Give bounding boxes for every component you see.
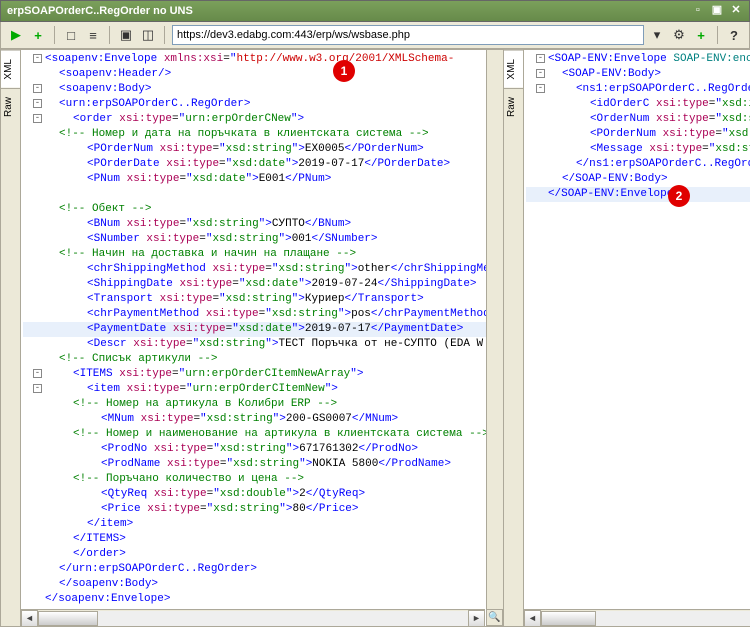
toolbar: ▶ + □ ≡ ▣ ◫ ▾ ⚙ + ?	[0, 22, 750, 49]
separator	[54, 26, 55, 44]
run-button[interactable]: ▶	[7, 26, 25, 44]
help-icon[interactable]: ?	[725, 26, 743, 44]
auth-icon[interactable]: ▣	[117, 26, 135, 44]
request-pane: XML Raw -<soapenv:Envelope xmlns:xsi="ht…	[0, 49, 503, 627]
scroll-thumb[interactable]	[38, 611, 98, 626]
badge-2: 2	[668, 185, 690, 207]
xml-line[interactable]: </SOAP-ENV:Envelope>	[526, 187, 750, 202]
maximize-icon[interactable]: ▣	[710, 4, 724, 18]
scrollbar-horizontal[interactable]: ◄ ►	[21, 609, 485, 626]
xml-line[interactable]: <Message xsi:type="xsd:string">Новата по…	[526, 142, 750, 157]
separator	[109, 26, 110, 44]
fold-toggle[interactable]: -	[536, 84, 545, 93]
response-pane: XML Raw -<SOAP-ENV:Envelope SOAP-ENV:enc…	[503, 49, 750, 627]
list-icon[interactable]: ≡	[84, 26, 102, 44]
xml-line[interactable]: <ProdName xsi:type="xsd:string">NOKIA 58…	[23, 457, 503, 472]
endpoint-dropdown-icon[interactable]: ▾	[648, 26, 666, 44]
xml-line[interactable]: <!-- Обект -->	[23, 202, 503, 217]
fold-toggle[interactable]: -	[33, 384, 42, 393]
request-xml-view[interactable]: -<soapenv:Envelope xmlns:xsi="http://www…	[21, 50, 503, 626]
xml-line[interactable]: </urn:erpSOAPOrderC..RegOrder>	[23, 562, 503, 577]
xml-line[interactable]: -<soapenv:Envelope xmlns:xsi="http://www…	[23, 52, 503, 67]
xml-line[interactable]: -<ITEMS xsi:type="urn:erpOrderCItemNewAr…	[23, 367, 503, 382]
ws-settings-icon[interactable]: ⚙	[670, 26, 688, 44]
window-titlebar: erpSOAPOrderC..RegOrder no UNS ▫ ▣ ✕	[0, 0, 750, 22]
xml-line[interactable]: </soapenv:Body>	[23, 577, 503, 592]
response-xml-view[interactable]: -<SOAP-ENV:Envelope SOAP-ENV:encodingSty…	[524, 50, 750, 626]
xml-line[interactable]: -<SOAP-ENV:Envelope SOAP-ENV:encodingSty…	[526, 52, 750, 67]
scroll-left-icon[interactable]: ◄	[21, 610, 38, 627]
xml-line[interactable]: <POrderNum xsi:type="xsd:string">EX0005<…	[526, 127, 750, 142]
window-title: erpSOAPOrderC..RegOrder no UNS	[7, 5, 193, 17]
xml-line[interactable]: <MNum xsi:type="xsd:string">200-GS0007</…	[23, 412, 503, 427]
xml-line[interactable]: <ShippingDate xsi:type="xsd:date">2019-0…	[23, 277, 503, 292]
xml-line[interactable]: <!-- Поръчано количество и цена -->	[23, 472, 503, 487]
search-icon[interactable]: 🔍	[486, 609, 503, 626]
xml-line[interactable]: -<item xsi:type="urn:erpOrderCItemNew">	[23, 382, 503, 397]
xml-line[interactable]: </ITEMS>	[23, 532, 503, 547]
xml-line[interactable]: <!-- Номер и наименование на артикула в …	[23, 427, 503, 442]
xml-line[interactable]: -<ns1:erpSOAPOrderC..RegOrderResponse xm…	[526, 82, 750, 97]
scroll-thumb[interactable]	[541, 611, 596, 626]
xml-line[interactable]: <POrderNum xsi:type="xsd:string">EX0005<…	[23, 142, 503, 157]
xml-line[interactable]: <chrPaymentMethod xsi:type="xsd:string">…	[23, 307, 503, 322]
fold-toggle[interactable]: -	[33, 84, 42, 93]
separator	[164, 26, 165, 44]
stop-icon[interactable]: □	[62, 26, 80, 44]
xml-line[interactable]: <!-- Номер на артикула в Колибри ERP -->	[23, 397, 503, 412]
xml-line[interactable]: </item>	[23, 517, 503, 532]
close-icon[interactable]: ✕	[729, 4, 743, 18]
scroll-left-icon[interactable]: ◄	[524, 610, 541, 627]
scrollbar-horizontal[interactable]: ◄ ►	[524, 609, 750, 626]
xml-line[interactable]: <!-- Списък артикули -->	[23, 352, 503, 367]
fold-toggle[interactable]: -	[33, 99, 42, 108]
mem-icon[interactable]: ◫	[139, 26, 157, 44]
xml-line[interactable]: <!-- Номер и дата на поръчката в клиентс…	[23, 127, 503, 142]
xml-line[interactable]: <soapenv:Header/>	[23, 67, 503, 82]
xml-line[interactable]: -<order xsi:type="urn:erpOrderCNew">	[23, 112, 503, 127]
xml-line[interactable]: </ns1:erpSOAPOrderC..RegOrderResponse>	[526, 157, 750, 172]
add-button[interactable]: +	[29, 26, 47, 44]
xml-line[interactable]	[23, 187, 503, 202]
xml-line[interactable]: </order>	[23, 547, 503, 562]
tab-xml[interactable]: XML	[1, 50, 20, 88]
xml-line[interactable]: <!-- Начин на доставка и начин на плащан…	[23, 247, 503, 262]
xml-line[interactable]: <SNumber xsi:type="xsd:string">001</SNum…	[23, 232, 503, 247]
minimize-icon[interactable]: ▫	[691, 4, 705, 18]
xml-line[interactable]: <chrShippingMethod xsi:type="xsd:string"…	[23, 262, 503, 277]
xml-line[interactable]: -<urn:erpSOAPOrderC..RegOrder>	[23, 97, 503, 112]
fold-toggle[interactable]: -	[536, 69, 545, 78]
xml-line[interactable]: <QtyReq xsi:type="xsd:double">2</QtyReq>	[23, 487, 503, 502]
tab-raw[interactable]: Raw	[1, 88, 20, 125]
xml-line[interactable]: -<SOAP-ENV:Body>	[526, 67, 750, 82]
xml-line[interactable]: <POrderDate xsi:type="xsd:date">2019-07-…	[23, 157, 503, 172]
xml-line[interactable]: </SOAP-ENV:Body>	[526, 172, 750, 187]
xml-line[interactable]: <ProdNo xsi:type="xsd:string">671761302<…	[23, 442, 503, 457]
separator	[717, 26, 718, 44]
xml-line[interactable]: <BNum xsi:type="xsd:string">СУПТО</BNum>	[23, 217, 503, 232]
xml-line[interactable]: <OrderNum xsi:type="xsd:string">0001414<…	[526, 112, 750, 127]
add-endpoint-icon[interactable]: +	[692, 26, 710, 44]
scroll-right-icon[interactable]: ►	[468, 610, 485, 627]
endpoint-url-input[interactable]	[172, 25, 644, 45]
fold-toggle[interactable]: -	[33, 369, 42, 378]
scrollbar-vertical[interactable]	[486, 50, 503, 609]
xml-line[interactable]: <idOrderC xsi:type="xsd:integer">1490</i…	[526, 97, 750, 112]
xml-line[interactable]: -<soapenv:Body>	[23, 82, 503, 97]
badge-1: 1	[333, 60, 355, 82]
fold-toggle[interactable]: -	[536, 54, 545, 63]
tab-raw[interactable]: Raw	[504, 88, 523, 125]
xml-line[interactable]: <Transport xsi:type="xsd:string">Куриер<…	[23, 292, 503, 307]
xml-line[interactable]: <PaymentDate xsi:type="xsd:date">2019-07…	[23, 322, 503, 337]
tab-xml[interactable]: XML	[504, 50, 523, 88]
fold-toggle[interactable]: -	[33, 54, 42, 63]
fold-toggle[interactable]: -	[33, 114, 42, 123]
xml-line[interactable]: <Descr xsi:type="xsd:string">ТЕСТ Поръчк…	[23, 337, 503, 352]
xml-line[interactable]: <PNum xsi:type="xsd:date">E001</PNum>	[23, 172, 503, 187]
xml-line[interactable]: </soapenv:Envelope>	[23, 592, 503, 607]
xml-line[interactable]: <Price xsi:type="xsd:string">80</Price>	[23, 502, 503, 517]
